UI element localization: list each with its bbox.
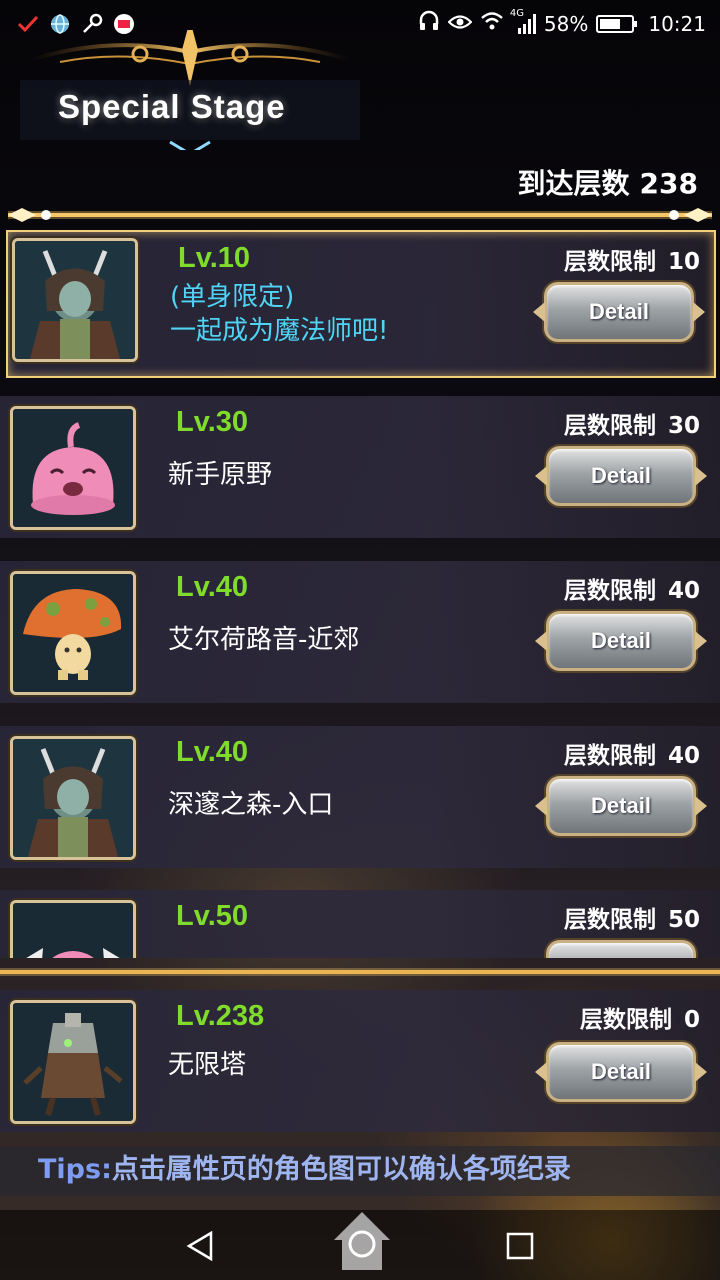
eye-icon: [447, 12, 473, 36]
stage-name: 无限塔: [168, 1050, 247, 1080]
detail-button[interactable]: Detail: [544, 282, 694, 342]
pinned-stage-card[interactable]: Lv.238 无限塔 层数限制 0 Detail: [0, 990, 720, 1132]
reached-floor: 到达层数 238: [518, 162, 698, 202]
tips-text: 点击属性页的角色图可以确认各项纪录: [111, 1154, 571, 1185]
floor-limit-value: 0: [683, 1007, 700, 1033]
back-icon[interactable]: [182, 1228, 218, 1264]
tree-spirit-portrait: [10, 1000, 136, 1124]
stage-name-line2: 一起成为魔法师吧!: [170, 316, 389, 346]
recents-icon[interactable]: [502, 1228, 538, 1264]
page-title: Special Stage: [58, 88, 286, 125]
stage-name: (单身限定) 一起成为魔法师吧!: [170, 280, 388, 348]
tips-label: Tips:: [38, 1154, 112, 1185]
detail-button[interactable]: Detail: [546, 776, 696, 836]
floor-limit-label: 层数限制: [563, 907, 656, 933]
floor-limit: 层数限制 30: [564, 406, 700, 440]
horned-warrior-portrait: [10, 736, 136, 860]
winged-slime-portrait: [10, 900, 136, 958]
navigation-bar: [0, 1210, 720, 1280]
mushroom-portrait: [10, 571, 136, 695]
stage-level: Lv.50: [176, 900, 249, 932]
wifi-icon: [480, 11, 504, 36]
floor-limit: 层数限制 10: [564, 242, 700, 276]
stage-card[interactable]: Lv.40 深邃之森-入口 层数限制 40 Detail: [0, 726, 720, 868]
floor-limit: 层数限制 40: [564, 736, 700, 770]
pink-slime-portrait: [10, 406, 136, 530]
gold-separator: [0, 968, 720, 976]
horned-warrior-portrait: [12, 238, 138, 362]
floor-limit-label: 层数限制: [563, 249, 656, 275]
floor-limit: 层数限制 40: [564, 571, 700, 605]
stage-card[interactable]: Lv.40 艾尔荷路音-近郊 层数限制 40 Detail: [0, 561, 720, 703]
floor-limit-label: 层数限制: [563, 413, 656, 439]
detail-button[interactable]: Detail: [546, 611, 696, 671]
stage-card[interactable]: Lv.10 (单身限定) 一起成为魔法师吧! 层数限制 10 Detail: [6, 230, 716, 378]
stage-name: 深邃之森-入口: [168, 790, 334, 820]
scroll-list-clip: Lv.50 层数限制 50: [0, 890, 720, 958]
detail-button[interactable]: Detail: [546, 1042, 696, 1102]
signal-icon: 4G: [510, 8, 536, 34]
stage-level: Lv.238: [176, 1000, 265, 1032]
stage-level: Lv.40: [176, 571, 249, 603]
clock: 10:21: [648, 11, 706, 36]
gold-divider: [8, 208, 712, 222]
reached-floor-label: 到达层数: [517, 167, 630, 200]
floor-limit-value: 40: [667, 743, 700, 769]
headset-icon: [418, 10, 440, 37]
floor-limit-value: 40: [667, 578, 700, 604]
floor-limit-value: 50: [667, 907, 700, 933]
home-icon[interactable]: [332, 1210, 392, 1272]
tips-bar: Tips:点击属性页的角色图可以确认各项纪录: [0, 1146, 720, 1196]
detail-button[interactable]: Detail: [546, 446, 696, 506]
stage-card[interactable]: Lv.30 新手原野 层数限制 30 Detail: [0, 396, 720, 538]
stage-card[interactable]: Lv.50 层数限制 50: [0, 890, 720, 958]
floor-limit-value: 10: [667, 249, 700, 275]
stage-level: Lv.10: [178, 242, 251, 274]
stage-level: Lv.40: [176, 736, 249, 768]
stage-level: Lv.30: [176, 406, 249, 438]
stage-name-line1: (单身限定): [170, 282, 295, 312]
reached-floor-value: 238: [639, 167, 698, 200]
floor-limit-label: 层数限制: [563, 743, 656, 769]
stage-name: 新手原野: [168, 460, 273, 490]
network-type-label: 4G: [509, 7, 525, 19]
floor-limit-value: 30: [667, 413, 700, 439]
floor-limit-label: 层数限制: [563, 578, 656, 604]
floor-limit: 层数限制 50: [564, 900, 700, 934]
battery-percent: 58%: [543, 11, 589, 36]
floor-limit: 层数限制 0: [580, 1000, 700, 1034]
title-banner: Special Stage: [20, 30, 360, 150]
battery-icon: [596, 14, 638, 33]
stage-name: 艾尔荷路音-近郊: [168, 625, 360, 655]
detail-button-partial[interactable]: [546, 940, 696, 958]
floor-limit-label: 层数限制: [579, 1007, 672, 1033]
